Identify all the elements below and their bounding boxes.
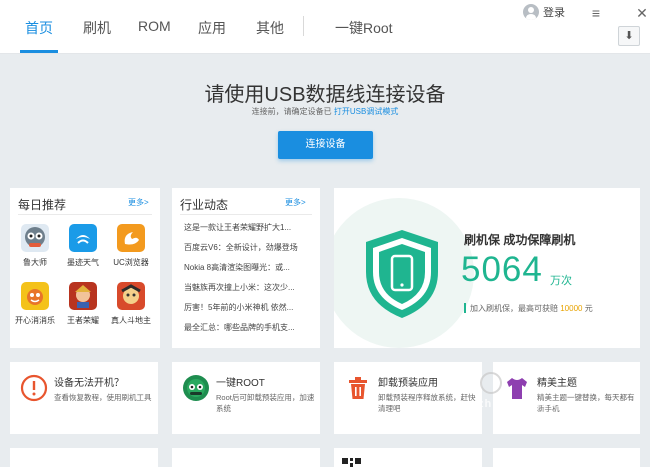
feature-card-uninstall[interactable]: 卸载预装应用 卸载预装程序释放系统，赶快清理吧 xyxy=(334,362,482,434)
usb-debug-link[interactable]: 打开USB调试模式 xyxy=(334,107,398,116)
feature-card-partial[interactable] xyxy=(334,448,482,467)
download-icon[interactable]: ⬇ xyxy=(618,26,640,46)
promo-count: 5064 xyxy=(461,250,543,289)
app-label: 开心消消乐 xyxy=(15,316,55,325)
connect-subtitle-text: 连接前，请确定设备已 xyxy=(251,107,332,116)
active-tab-indicator xyxy=(20,50,58,53)
app-label: 墨迹天气 xyxy=(67,258,99,267)
feature-title: 设备无法开机？ xyxy=(54,378,124,389)
feature-card-root[interactable]: 一键ROOT Root后可卸载预装应用，加速系统 xyxy=(172,362,320,434)
feature-card-partial[interactable] xyxy=(172,448,320,467)
daily-recommend-card: 每日推荐 更多> 鲁大师 墨迹天气 UC浏览器 开心消消乐 王者荣耀 真人斗地主 xyxy=(10,188,160,348)
app-happy-elimination[interactable]: 开心消消乐 xyxy=(12,282,58,326)
daily-more-link[interactable]: 更多> xyxy=(128,197,149,208)
promo-subtitle-prefix: 加入刷机保，最高可获赔 xyxy=(470,304,558,313)
feature-card-recovery[interactable]: 设备无法开机？ 查看恢复教程，使用刷机工具 xyxy=(10,362,158,434)
flash-insurance-card[interactable]: 刷机保 成功保障刷机 5064 万次 加入刷机保，最高可获赔 10000 元 xyxy=(334,188,640,348)
app-moji-weather[interactable]: 墨迹天气 xyxy=(60,224,106,268)
root-globe-icon xyxy=(183,375,209,401)
tab-flash[interactable]: 刷机 xyxy=(83,18,111,38)
connect-subtitle: 连接前，请确定设备已 打开USB调试模式 xyxy=(0,106,650,117)
news-item[interactable]: 百度云V6：全新设计，劲爆登场 xyxy=(184,242,306,253)
login-label: 登录 xyxy=(543,7,565,19)
login-button[interactable]: 登录 xyxy=(523,4,565,20)
watermark-text: zhinansogou.com xyxy=(478,398,587,410)
feature-title: 精美主题 xyxy=(537,378,577,389)
uc-browser-icon xyxy=(117,224,145,252)
close-icon[interactable]: ✕ xyxy=(633,4,650,22)
tab-home[interactable]: 首页 xyxy=(25,18,53,38)
card-divider xyxy=(18,214,152,215)
connect-title: 请使用USB数据线连接设备 xyxy=(204,84,446,106)
top-navigation-bar: 首页 刷机 ROM 应用 其他 一键Root 登录 ≡ ✕ ⬇ xyxy=(0,0,650,54)
app-label: 真人斗地主 xyxy=(111,316,151,325)
card-divider xyxy=(180,214,312,215)
app-uc-browser[interactable]: UC浏览器 xyxy=(108,224,154,268)
hamburger-icon[interactable]: ≡ xyxy=(587,4,605,22)
promo-unit: 万次 xyxy=(550,275,572,287)
industry-news-card: 行业动态 更多> 这是一款让王者荣耀野扩大1... 百度云V6：全新设计，劲爆登… xyxy=(172,188,320,348)
feature-card-partial[interactable] xyxy=(493,448,640,467)
promo-subtitle-suffix: 元 xyxy=(584,304,593,313)
promo-amount: 10000 xyxy=(560,304,583,313)
shield-phone-icon xyxy=(366,230,438,318)
app-label: 鲁大师 xyxy=(23,258,47,267)
warning-circle-icon xyxy=(20,374,48,402)
feature-title: 卸载预装应用 xyxy=(378,378,438,389)
industry-news-title: 行业动态 xyxy=(180,198,229,212)
doudizhu-icon xyxy=(117,282,145,310)
tab-rom[interactable]: ROM xyxy=(138,18,171,34)
tab-one-click-root[interactable]: 一键Root xyxy=(335,18,393,38)
connect-device-button[interactable]: 连接设备 xyxy=(278,131,373,159)
happy-elimination-icon xyxy=(21,282,49,310)
app-label: 王者荣耀 xyxy=(67,316,99,325)
qr-code-icon xyxy=(342,458,361,467)
app-label: UC浏览器 xyxy=(113,258,149,267)
feature-desc: Root后可卸载预装应用，加速系统 xyxy=(216,393,315,413)
news-more-link[interactable]: 更多> xyxy=(285,197,306,208)
feature-card-partial[interactable] xyxy=(10,448,158,467)
nav-divider xyxy=(303,16,304,36)
promo-accent-bar xyxy=(464,303,466,313)
news-item[interactable]: 当魅族再次撞上小米：这次少... xyxy=(184,282,306,293)
avatar-icon xyxy=(523,4,539,20)
tab-other[interactable]: 其他 xyxy=(256,18,284,38)
feature-desc: 卸载预装程序释放系统，赶快清理吧 xyxy=(378,393,476,413)
promo-title: 刷机保 成功保障刷机 xyxy=(464,233,576,247)
promo-subtitle: 加入刷机保，最高可获赔 10000 元 xyxy=(470,303,593,314)
news-item[interactable]: 最全汇总：哪些品牌的手机支... xyxy=(184,322,306,333)
watermark-logo xyxy=(480,372,502,394)
app-ludashi[interactable]: 鲁大师 xyxy=(12,224,58,268)
trash-icon xyxy=(349,377,367,399)
news-item[interactable]: Nokia 8高清渲染图曝光：或... xyxy=(184,262,306,273)
daily-recommend-title: 每日推荐 xyxy=(18,198,67,212)
ludashi-icon xyxy=(21,224,49,252)
news-item[interactable]: 这是一款让王者荣耀野扩大1... xyxy=(184,222,306,233)
feature-title: 一键ROOT xyxy=(216,378,265,389)
tab-apps[interactable]: 应用 xyxy=(198,18,226,38)
news-item[interactable]: 厉害！5年前的小米神机 依然... xyxy=(184,302,306,313)
app-doudizhu[interactable]: 真人斗地主 xyxy=(108,282,154,326)
feature-desc: 查看恢复教程，使用刷机工具 xyxy=(54,393,152,402)
honor-of-kings-icon xyxy=(69,282,97,310)
moji-weather-icon xyxy=(69,224,97,252)
app-honor-of-kings[interactable]: 王者荣耀 xyxy=(60,282,106,326)
